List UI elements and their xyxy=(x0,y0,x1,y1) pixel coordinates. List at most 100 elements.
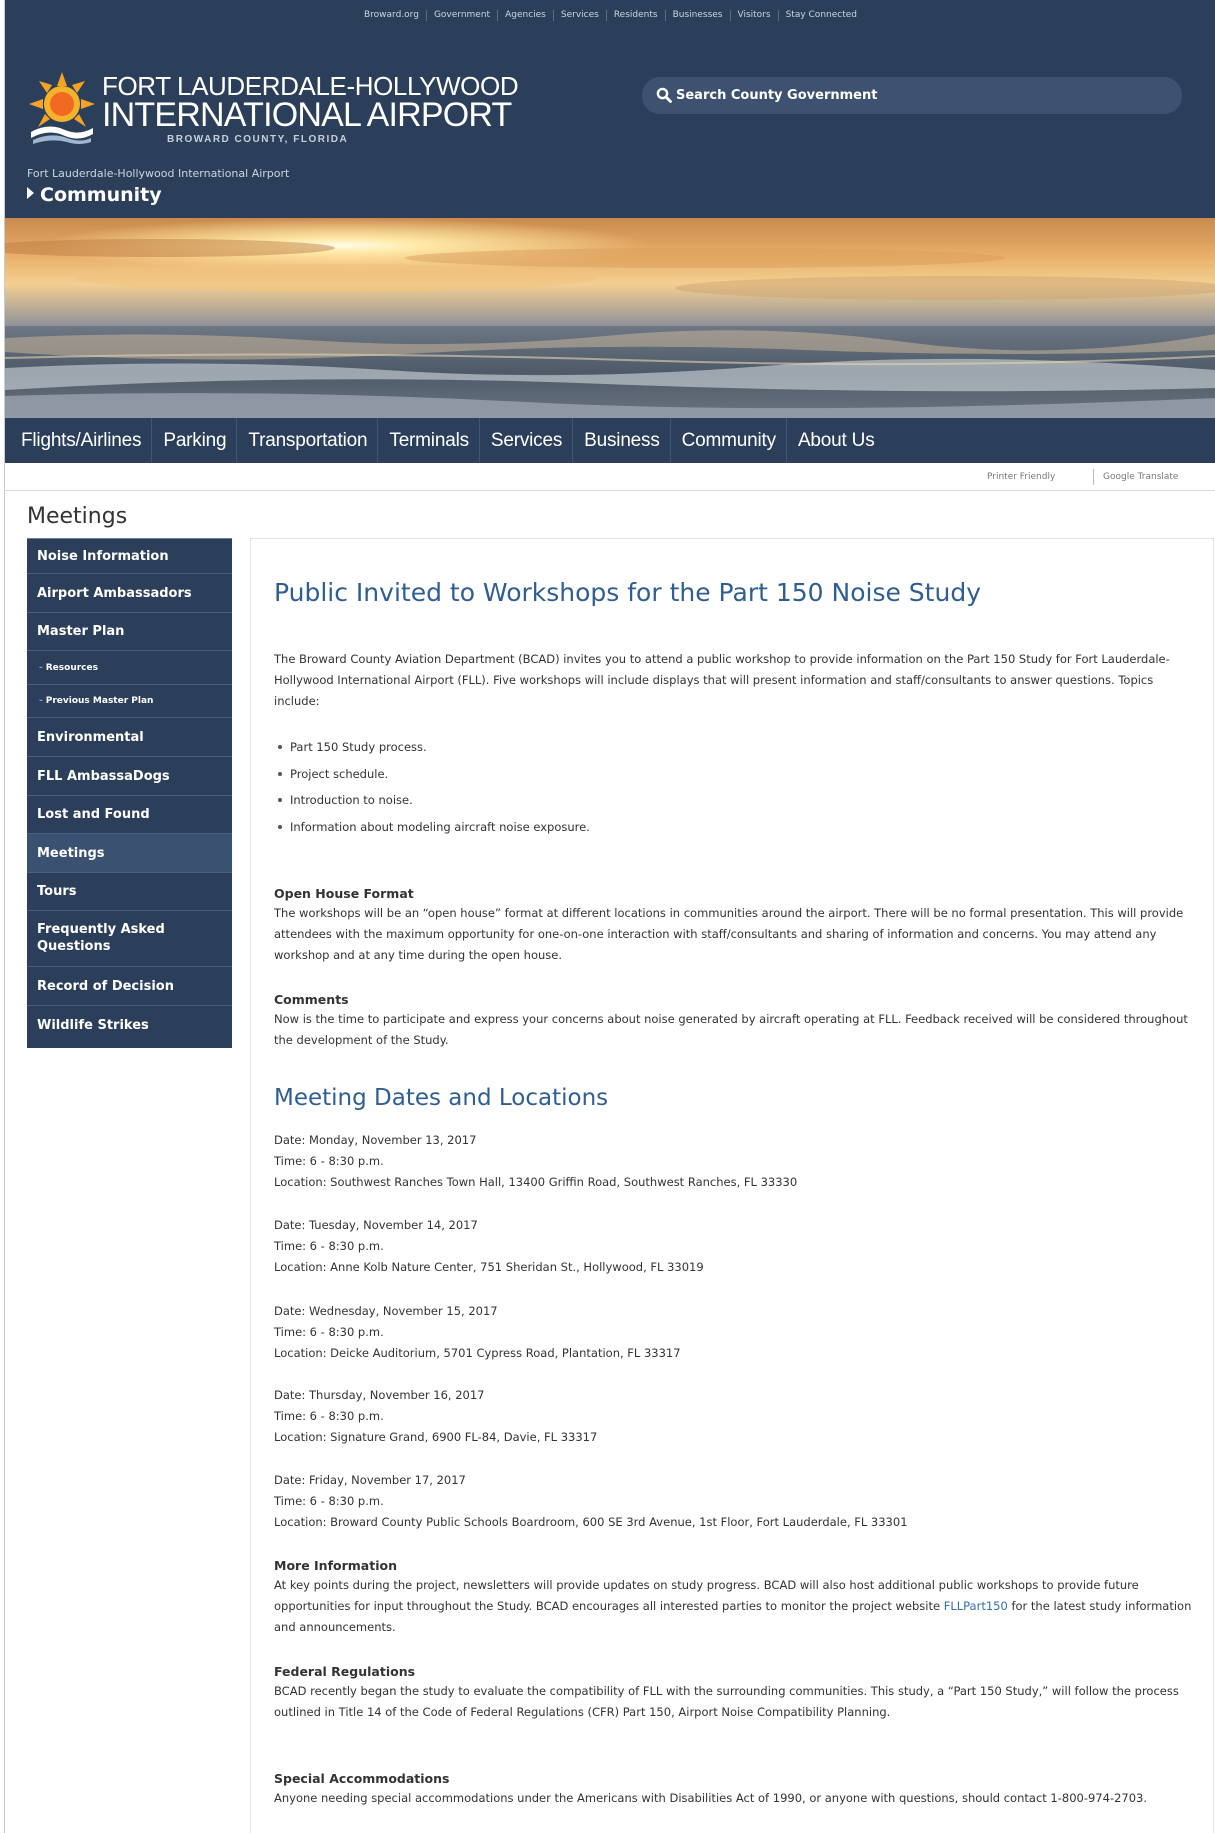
printer-friendly-link[interactable]: Printer Friendly xyxy=(987,472,1055,482)
open-house-paragraph: The workshops will be an “open house” fo… xyxy=(274,906,1184,962)
google-translate-link[interactable]: Google Translate xyxy=(1103,472,1178,482)
open-house-heading: Open House Format xyxy=(274,886,414,901)
sun-logo-icon xyxy=(29,72,95,144)
meeting-time: Time: 6 - 8:30 p.m. xyxy=(274,1409,384,1423)
logo-line-2: INTERNATIONAL AIRPORT xyxy=(102,96,512,134)
search-box xyxy=(642,77,1182,114)
meeting-date: Date: Monday, November 13, 2017 xyxy=(274,1133,477,1147)
top-link-businesses[interactable]: Businesses xyxy=(664,10,730,21)
federal-regulations-heading: Federal Regulations xyxy=(274,1664,416,1679)
meeting-date: Date: Friday, November 17, 2017 xyxy=(274,1473,466,1487)
nav-business[interactable]: Business xyxy=(572,418,670,463)
list-item: Information about modeling aircraft nois… xyxy=(274,817,590,844)
sidebar-nav: Noise Information Airport Ambassadors Ma… xyxy=(27,538,232,1048)
page-title: Meetings xyxy=(27,504,128,529)
comments-paragraph: Now is the time to participate and expre… xyxy=(274,1012,1188,1047)
sidebar-item-fll-ambassadogs[interactable]: FLL AmbassaDogs xyxy=(27,757,232,796)
sidebar-item-resources[interactable]: - Resources xyxy=(27,651,232,685)
sub-item-dash: - xyxy=(39,696,43,706)
meeting-time: Time: 6 - 8:30 p.m. xyxy=(274,1494,384,1508)
main-content: Public Invited to Workshops for the Part… xyxy=(250,538,1214,1833)
sidebar-item-environmental[interactable]: Environmental xyxy=(27,718,232,757)
sidebar-item-faq[interactable]: Frequently Asked Questions xyxy=(27,911,232,967)
meeting-time: Time: 6 - 8:30 p.m. xyxy=(274,1325,384,1339)
nav-services[interactable]: Services xyxy=(478,418,572,463)
search-input[interactable] xyxy=(676,84,1156,106)
bullet-icon xyxy=(278,745,282,749)
sidebar-item-airport-ambassadors[interactable]: Airport Ambassadors xyxy=(27,574,232,613)
top-link-residents[interactable]: Residents xyxy=(605,10,665,21)
section-title-label: Community xyxy=(40,184,162,206)
main-nav: Flights/Airlines Parking Transportation … xyxy=(5,418,1215,463)
nav-community[interactable]: Community xyxy=(669,418,786,463)
sidebar-item-tours[interactable]: Tours xyxy=(27,873,232,911)
page: Broward.org Government Agencies Services Res… xyxy=(0,0,1215,1833)
triangle-right-icon xyxy=(27,187,34,199)
meeting-date: Date: Tuesday, November 14, 2017 xyxy=(274,1218,478,1232)
meeting-location: Location: Deicke Auditorium, 5701 Cypres… xyxy=(274,1346,681,1360)
list-item-text: Information about modeling aircraft nois… xyxy=(290,819,590,834)
sidebar-item-resources-label: Resources xyxy=(45,663,98,673)
more-info-heading: More Information xyxy=(274,1558,397,1573)
fllpart150-link[interactable]: FLLPart150 xyxy=(944,1599,1008,1613)
meetings-heading: Meeting Dates and Locations xyxy=(274,1085,609,1111)
article-title: Public Invited to Workshops for the Part… xyxy=(274,578,981,607)
bullet-icon xyxy=(278,798,282,802)
sidebar-item-noise-information[interactable]: Noise Information xyxy=(27,539,232,574)
top-link-services[interactable]: Services xyxy=(552,10,606,21)
intro-paragraph: The Broward County Aviation Department (… xyxy=(274,652,1170,708)
site-frame: Broward.org Government Agencies Services Res… xyxy=(4,0,1215,1833)
meeting-time: Time: 6 - 8:30 p.m. xyxy=(274,1239,384,1253)
list-item-text: Introduction to noise. xyxy=(290,793,413,807)
nav-terminals[interactable]: Terminals xyxy=(377,418,479,463)
top-link-government[interactable]: Government xyxy=(425,10,497,21)
site-header: Broward.org Government Agencies Services Res… xyxy=(5,0,1215,218)
top-link-agencies[interactable]: Agencies xyxy=(497,10,553,21)
utility-bar: Printer Friendly Google Translate xyxy=(5,463,1215,491)
list-item-text: Project schedule. xyxy=(290,766,389,781)
comments-heading: Comments xyxy=(274,992,349,1007)
nav-parking[interactable]: Parking xyxy=(151,418,236,463)
breadcrumb-site[interactable]: Fort Lauderdale-Hollywood International … xyxy=(27,167,289,180)
sidebar-item-previous-master-plan-label: Previous Master Plan xyxy=(45,696,154,706)
meeting-date: Date: Thursday, November 16, 2017 xyxy=(274,1388,485,1402)
top-link-broward[interactable]: Broward.org xyxy=(357,10,426,21)
search-icon[interactable] xyxy=(656,87,672,103)
top-link-stay-connected[interactable]: Stay Connected xyxy=(777,10,864,21)
sidebar-item-master-plan[interactable]: Master Plan xyxy=(27,613,232,651)
meeting-location: Location: Southwest Ranches Town Hall, 1… xyxy=(274,1175,798,1189)
sidebar-item-previous-master-plan[interactable]: - Previous Master Plan xyxy=(27,685,232,718)
more-info-paragraph: At key points during the project, newsle… xyxy=(274,1575,1199,1638)
bullet-icon xyxy=(278,771,282,776)
list-item: Project schedule. xyxy=(274,764,590,791)
nav-flights-airlines[interactable]: Flights/Airlines xyxy=(17,418,151,463)
top-links: Broward.org Government Agencies Services Res… xyxy=(5,10,1215,21)
special-accommodations-heading: Special Accommodations xyxy=(274,1771,450,1786)
sidebar-item-lost-and-found[interactable]: Lost and Found xyxy=(27,796,232,834)
airport-logo[interactable]: FORT LAUDERDALE-HOLLYWOOD INTERNATIONAL … xyxy=(29,64,519,156)
topics-list: Part 150 Study process. Project schedule… xyxy=(274,737,590,843)
sub-item-dash: - xyxy=(39,663,43,673)
list-item-text: Part 150 Study process. xyxy=(290,740,427,754)
federal-regulations-paragraph: BCAD recently began the study to evaluat… xyxy=(274,1684,1179,1719)
meeting-time: Time: 6 - 8:30 p.m. xyxy=(274,1154,384,1168)
sidebar-item-meetings[interactable]: Meetings xyxy=(27,834,232,873)
meeting-location: Location: Signature Grand, 6900 FL-84, D… xyxy=(274,1430,598,1444)
meeting-location: Location: Broward County Public Schools … xyxy=(274,1515,908,1529)
list-item: Introduction to noise. xyxy=(274,790,590,817)
meeting-date: Date: Wednesday, November 15, 2017 xyxy=(274,1304,498,1318)
bullet-icon xyxy=(278,824,282,829)
sunset-banner-image xyxy=(5,218,1215,418)
nav-about-us[interactable]: About Us xyxy=(785,418,885,463)
list-item: Part 150 Study process. xyxy=(274,737,590,764)
utility-divider xyxy=(1093,469,1094,485)
banner-photo xyxy=(5,218,1215,418)
logo-line-3: BROWARD COUNTY, FLORIDA xyxy=(167,134,349,145)
special-accommodations-paragraph: Anyone needing special accommodations un… xyxy=(274,1791,1148,1805)
section-title[interactable]: Community xyxy=(27,184,162,206)
nav-transportation[interactable]: Transportation xyxy=(236,418,377,463)
top-link-visitors[interactable]: Visitors xyxy=(729,10,778,21)
meeting-location: Location: Anne Kolb Nature Center, 751 S… xyxy=(274,1260,704,1274)
sidebar-item-wildlife-strikes[interactable]: Wildlife Strikes xyxy=(27,1006,232,1046)
sidebar-item-record-of-decision[interactable]: Record of Decision xyxy=(27,967,232,1006)
